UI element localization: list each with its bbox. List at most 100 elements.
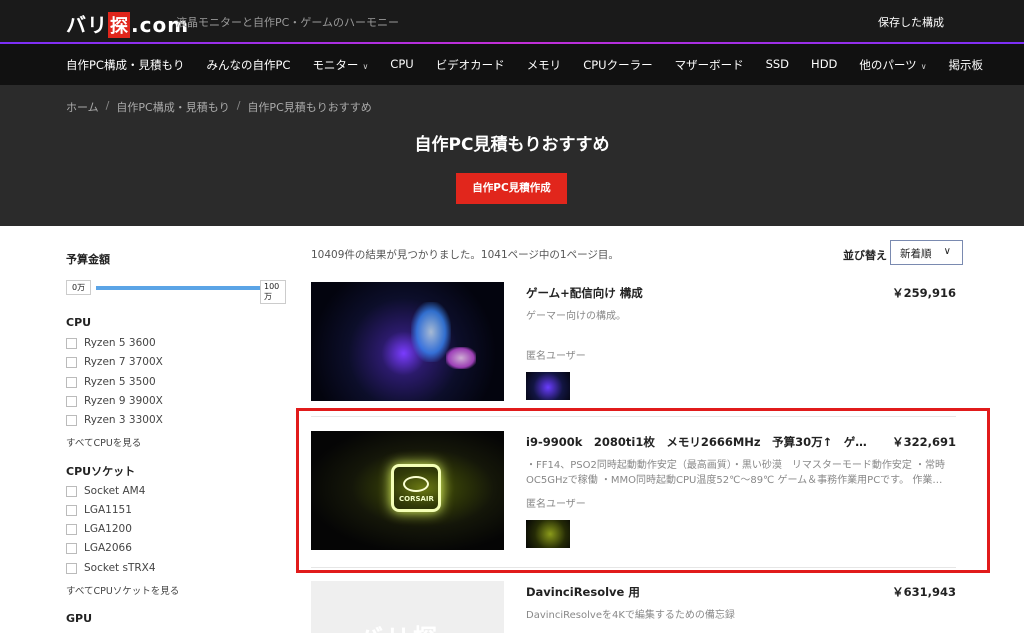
build-thumbnail[interactable] <box>526 372 570 400</box>
breadcrumb-separator: / <box>236 99 241 112</box>
option-label: Socket sTRX4 <box>84 562 156 574</box>
checkbox[interactable] <box>66 485 77 497</box>
budget-min-handle[interactable]: 0万 <box>66 280 92 295</box>
option-label: Ryzen 9 3900X <box>84 395 163 407</box>
build-title[interactable]: DavinciResolve 用 <box>526 584 640 600</box>
nav-label: ビデオカード <box>435 58 505 72</box>
checkbox[interactable] <box>66 504 77 516</box>
checkbox[interactable] <box>66 337 77 349</box>
cpu-filter-option[interactable]: Ryzen 3 3300X <box>66 414 163 426</box>
photo-light <box>446 347 476 369</box>
checkbox[interactable] <box>66 562 77 574</box>
checkbox[interactable] <box>66 376 77 388</box>
build-card[interactable]: バリ探 DavinciResolve 用 ￥631,943 DavinciRes… <box>311 581 956 633</box>
create-estimate-button[interactable]: 自作PC見積作成 <box>456 173 567 204</box>
chevron-down-icon: ∨ <box>362 62 369 71</box>
nav-item-monitor[interactable]: モニター ∨ <box>312 57 368 73</box>
nav-item-video-card[interactable]: ビデオカード <box>436 57 505 73</box>
cpu-filter-option[interactable]: Ryzen 9 3900X <box>66 395 163 407</box>
nav-label: モニター <box>312 58 359 72</box>
nav-label: 自作PC構成・見積もり <box>66 58 185 72</box>
page-title: 自作PC見積もりおすすめ <box>414 135 610 155</box>
option-label: LGA1200 <box>84 523 132 535</box>
cpu-filter-option[interactable]: Ryzen 5 3500 <box>66 376 156 388</box>
build-author: 匿名ユーザー <box>526 351 586 362</box>
see-all-cpu-link[interactable]: すべてCPUを見る <box>66 435 141 449</box>
cpu-filter-option[interactable]: Ryzen 5 3600 <box>66 337 156 349</box>
build-photo-placeholder[interactable]: バリ探 <box>311 581 504 633</box>
breadcrumb-home[interactable]: ホーム <box>66 99 99 115</box>
photo-light <box>411 302 451 362</box>
option-label: Ryzen 5 3500 <box>84 376 156 388</box>
socket-filter-option[interactable]: LGA1200 <box>66 523 132 535</box>
socket-heading: CPUソケット <box>66 465 136 478</box>
nav-item-build-estimate[interactable]: 自作PC構成・見積もり <box>66 57 184 73</box>
option-label: LGA2066 <box>84 542 132 554</box>
saved-builds-link[interactable]: 保存した構成 <box>878 14 944 30</box>
socket-filter-option[interactable]: Socket AM4 <box>66 485 145 497</box>
sort-value: 新着順 <box>900 248 932 260</box>
option-label: Ryzen 5 3600 <box>84 337 156 349</box>
budget-slider-track[interactable] <box>96 286 260 290</box>
cpu-heading: CPU <box>66 316 92 329</box>
site-logo[interactable]: バリ 探 .com <box>66 9 189 38</box>
nav-item-ssd[interactable]: SSD <box>766 57 789 73</box>
nav-label: SSD <box>765 57 790 71</box>
breadcrumb-build-estimate[interactable]: 自作PC構成・見積もり <box>116 99 229 115</box>
see-all-socket-link[interactable]: すべてCPUソケットを見る <box>66 583 179 597</box>
socket-filter-option[interactable]: LGA2066 <box>66 542 132 554</box>
build-description: ゲーマー向けの構成。 <box>526 311 626 322</box>
nav-item-other-parts[interactable]: 他のパーツ ∨ <box>859 57 926 73</box>
build-price: ￥631,943 <box>892 585 956 599</box>
top-bar: バリ 探 .com 液晶モニターと自作PC・ゲームのハーモニー 保存した構成 <box>0 0 1024 42</box>
nav-label: CPU <box>390 57 414 71</box>
hero-banner: ホーム / 自作PC構成・見積もり / 自作PC見積もりおすすめ 自作PC見積も… <box>0 85 1024 226</box>
chevron-down-icon: ∨ <box>943 246 951 257</box>
build-price: ￥259,916 <box>892 286 956 300</box>
breadcrumb-current: 自作PC見積もりおすすめ <box>247 101 372 114</box>
nav-label: 他のパーツ <box>859 58 917 72</box>
checkbox[interactable] <box>66 414 77 426</box>
sort-select[interactable]: 新着順 ∨ <box>890 240 963 265</box>
nav-item-cpu-cooler[interactable]: CPUクーラー <box>583 57 652 73</box>
breadcrumb-separator: / <box>105 99 110 112</box>
option-label: LGA1151 <box>84 504 132 516</box>
build-card[interactable]: ゲーム+配信向け 構成 ￥259,916 ゲーマー向けの構成。 匿名ユーザー <box>311 282 956 402</box>
logo-text: バリ <box>66 13 108 37</box>
build-photo[interactable] <box>311 282 504 401</box>
option-label: Ryzen 3 3300X <box>84 414 163 426</box>
breadcrumb: ホーム / 自作PC構成・見積もり / 自作PC見積もりおすすめ <box>66 99 372 115</box>
nav-label: みんなの自作PC <box>206 58 291 72</box>
nav-label: HDD <box>811 57 838 71</box>
placeholder-watermark: バリ探 <box>359 618 440 633</box>
build-description: DavinciResolveを4Kで編集するための備忘録 <box>526 610 735 621</box>
build-title[interactable]: ゲーム+配信向け 構成 <box>526 285 643 301</box>
card-divider <box>311 567 956 568</box>
nav-item-forum[interactable]: 掲示板 <box>949 57 984 73</box>
option-label: Socket AM4 <box>84 485 146 497</box>
budget-max-handle[interactable]: 100万 <box>260 280 286 304</box>
chevron-down-icon: ∨ <box>920 62 927 71</box>
nav-label: CPUクーラー <box>583 58 653 72</box>
nav-item-cpu[interactable]: CPU <box>390 57 413 73</box>
checkbox[interactable] <box>66 523 77 535</box>
results-summary: 10409件の結果が見つかりました。1041ページ中の1ページ目。 <box>311 249 619 261</box>
checkbox[interactable] <box>66 356 77 368</box>
nav-item-hdd[interactable]: HDD <box>811 57 837 73</box>
checkbox[interactable] <box>66 542 77 554</box>
nav-label: マザーボード <box>674 58 744 72</box>
option-label: Ryzen 7 3700X <box>84 356 163 368</box>
socket-filter-option[interactable]: Socket sTRX4 <box>66 562 156 574</box>
nav-label: 掲示板 <box>948 58 984 72</box>
gpu-heading: GPU <box>66 612 93 625</box>
sort-label: 並び替え <box>843 249 887 262</box>
nav-item-motherboard[interactable]: マザーボード <box>675 57 744 73</box>
highlight-box <box>296 408 990 573</box>
cpu-filter-option[interactable]: Ryzen 7 3700X <box>66 356 163 368</box>
nav-item-memory[interactable]: メモリ <box>527 57 562 73</box>
main-nav: 自作PC構成・見積もり みんなの自作PC モニター ∨ CPU ビデオカード メモ… <box>0 44 1024 85</box>
checkbox[interactable] <box>66 395 77 407</box>
nav-item-community-builds[interactable]: みんなの自作PC <box>206 57 290 73</box>
site-tagline: 液晶モニターと自作PC・ゲームのハーモニー <box>176 16 399 29</box>
socket-filter-option[interactable]: LGA1151 <box>66 504 132 516</box>
